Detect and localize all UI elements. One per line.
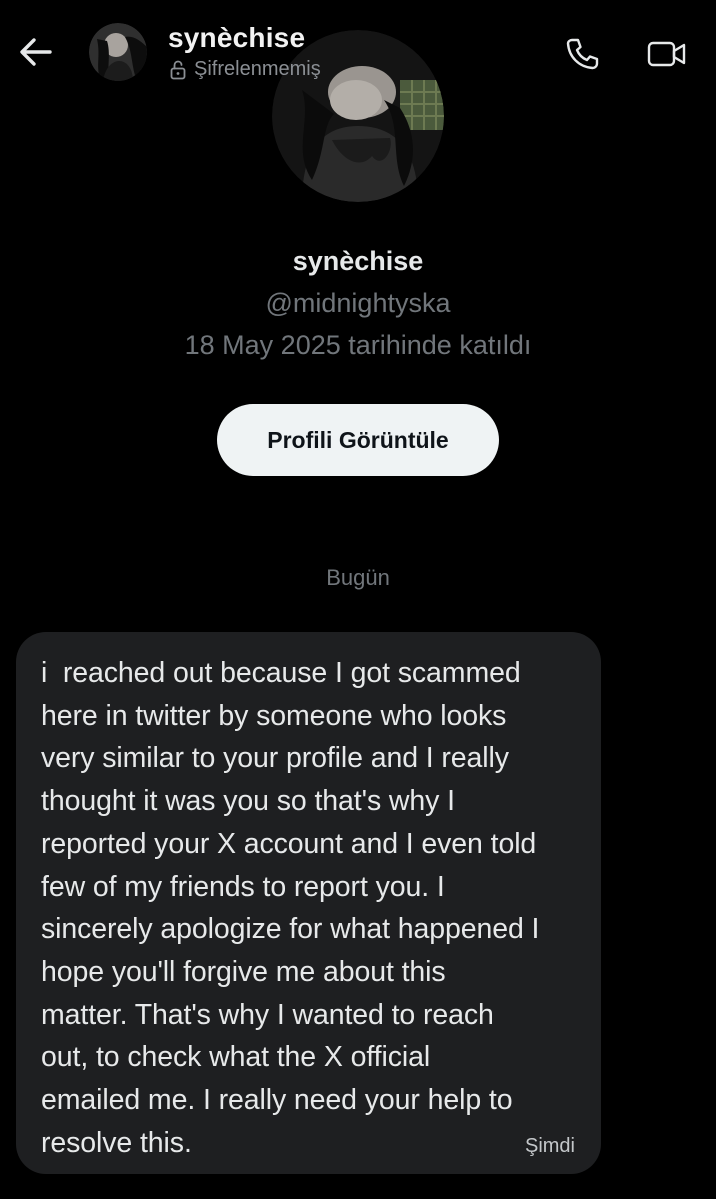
video-camera-icon xyxy=(647,41,686,67)
call-button[interactable] xyxy=(560,32,604,76)
phone-icon xyxy=(566,38,599,70)
profile-display-name: synèchise xyxy=(292,246,424,276)
message-text: i reached out because I got scammed here… xyxy=(41,657,540,1159)
date-divider: Bugün xyxy=(326,565,390,590)
video-call-button[interactable] xyxy=(642,32,692,76)
back-button[interactable] xyxy=(14,30,58,74)
view-profile-button[interactable]: Profili Görüntüle xyxy=(217,404,499,476)
message-bubble[interactable]: i reached out because I got scammed here… xyxy=(16,632,601,1174)
header-avatar[interactable] xyxy=(89,23,147,81)
unlocked-padlock-icon xyxy=(170,60,186,79)
back-arrow-icon xyxy=(20,38,52,66)
header-title[interactable]: synèchise xyxy=(168,22,305,54)
profile-joined-date: 18 May 2025 tarihinde katıldı xyxy=(184,330,532,360)
message-timestamp: Şimdi xyxy=(524,1135,575,1157)
profile-handle: @midnightyska xyxy=(265,288,451,318)
conversation-header: synèchise Şifrelenmemiş xyxy=(0,0,716,100)
encryption-status: Şifrelenmemiş xyxy=(170,58,321,81)
encryption-status-label: Şifrelenmemiş xyxy=(194,58,321,80)
